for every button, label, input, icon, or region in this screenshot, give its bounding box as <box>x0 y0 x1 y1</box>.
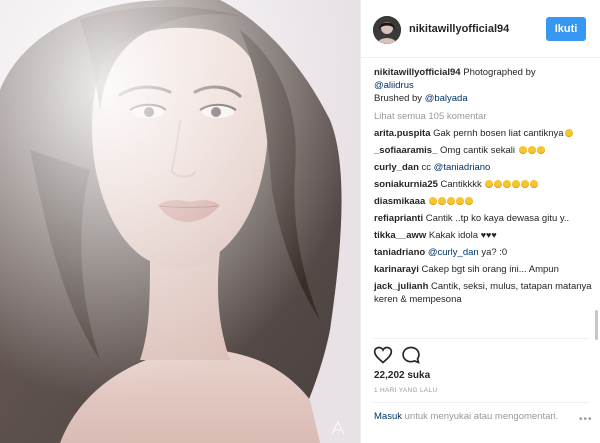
list-item: karinarayi Cakep bgt sih orang ini... Am… <box>374 263 596 276</box>
comment-login-prompt: Masuk untuk menyukai atau mengomentari. <box>374 411 589 423</box>
grinning-emoji-icon <box>455 197 464 205</box>
comment-mention[interactable]: @curly_dan <box>428 247 479 258</box>
avatar-image <box>373 16 401 44</box>
comment-text: ya? :0 <box>478 247 508 258</box>
post-timestamp[interactable]: 1 HARI YANG LALU <box>374 387 437 394</box>
portrait-image <box>0 0 360 443</box>
list-item: arita.puspita Gak pernh bosen liat canti… <box>374 127 596 140</box>
caption-mention[interactable]: @balyada <box>425 93 468 104</box>
comment-username[interactable]: karinarayi <box>374 264 419 275</box>
heart-eyes-emoji-icon <box>536 146 545 154</box>
grinning-emoji-icon <box>464 197 473 205</box>
caption-mention[interactable]: @aliidrus <box>374 80 414 91</box>
comment-text: Kakak idola <box>426 230 481 241</box>
heart-outline-icon[interactable] <box>373 345 393 365</box>
comment-text: cc <box>418 162 434 173</box>
caption: nikitawillyofficial94 Photographed by @a… <box>374 66 596 105</box>
list-item: jack_julianh Cantik, seksi, mulus, tatap… <box>374 280 596 306</box>
heart-eyes-emoji-icon <box>527 146 536 154</box>
list-item: refiaprianti Cantik ..tp ko kaya dewasa … <box>374 212 596 225</box>
post-photo[interactable] <box>0 0 360 443</box>
comment-text: Cantikkkk <box>437 179 485 190</box>
comment-text: Gak pernh bosen liat cantiknya <box>430 128 564 139</box>
scrollbar-thumb[interactable] <box>595 310 598 340</box>
list-item: _sofiaaramis_ Omg cantik sekali <box>374 144 596 157</box>
grinning-emoji-icon <box>446 197 455 205</box>
smiling-emoji-icon <box>503 180 512 188</box>
divider <box>373 338 589 339</box>
comment-username[interactable]: refiaprianti <box>374 213 423 224</box>
login-prompt-text: untuk menyukai atau mengomentari. <box>401 411 559 422</box>
black-heart-emoji-icon: ♥♥♥ <box>480 230 497 240</box>
smiling-emoji-icon <box>521 180 530 188</box>
more-options-icon[interactable]: ••• <box>579 414 593 425</box>
divider <box>373 402 589 403</box>
list-item: tikka__aww Kakak idola ♥♥♥ <box>374 229 596 242</box>
follow-button[interactable]: Ikuti <box>546 17 586 41</box>
comment-username[interactable]: tikka__aww <box>374 230 426 241</box>
comments-scrollbar[interactable] <box>595 60 598 340</box>
comment-text: Omg cantik sekali <box>437 145 518 156</box>
comment-username[interactable]: _sofiaaramis_ <box>374 145 437 156</box>
comment-username[interactable]: curly_dan <box>374 162 419 173</box>
comment-text: Cakep bgt sih orang ini... Ampun <box>418 264 559 275</box>
smiling-emoji-icon <box>564 129 573 137</box>
list-item: curly_dan cc @taniadriano <box>374 161 596 174</box>
post-header: nikitawillyofficial94 Ikuti <box>361 0 600 58</box>
caption-username[interactable]: nikitawillyofficial94 <box>374 67 461 78</box>
comment-text: Cantik ..tp ko kaya dewasa gitu y.. <box>423 213 570 224</box>
comment-username[interactable]: taniadriano <box>374 247 425 258</box>
comment-list: nikitawillyofficial94 Photographed by @a… <box>374 66 596 306</box>
comment-username[interactable]: arita.puspita <box>374 128 431 139</box>
post-details-panel: nikitawillyofficial94 Ikuti nikitawillyo… <box>360 0 600 443</box>
smiling-emoji-icon <box>512 180 521 188</box>
comment-username[interactable]: jack_julianh <box>374 281 428 292</box>
speech-bubble-icon[interactable] <box>401 345 421 365</box>
list-item: soniakurnia25 Cantikkkk <box>374 178 596 191</box>
smiling-emoji-icon <box>485 180 494 188</box>
grinning-emoji-icon <box>428 197 437 205</box>
avatar[interactable] <box>373 16 401 44</box>
comment-mention[interactable]: @taniadriano <box>434 162 491 173</box>
comment-text <box>425 196 428 207</box>
comment-username[interactable]: soniakurnia25 <box>374 179 438 190</box>
list-item: diasmikaaa <box>374 195 596 208</box>
view-all-comments-link[interactable]: Lihat semua 105 komentar <box>374 110 596 123</box>
list-item: taniadriano @curly_dan ya? :0 <box>374 246 596 259</box>
photographer-logo-icon <box>331 421 345 435</box>
grinning-emoji-icon <box>437 197 446 205</box>
heart-eyes-emoji-icon <box>518 146 527 154</box>
caption-text: Photographed by <box>460 67 536 78</box>
instagram-post: nikitawillyofficial94 Ikuti nikitawillyo… <box>0 0 600 443</box>
smiling-emoji-icon <box>530 180 539 188</box>
smiling-emoji-icon <box>494 180 503 188</box>
like-count[interactable]: 22,202 suka <box>374 370 430 381</box>
header-username[interactable]: nikitawillyofficial94 <box>409 23 509 35</box>
caption-text: Brushed by <box>374 93 425 104</box>
login-link[interactable]: Masuk <box>374 411 402 422</box>
comment-username[interactable]: diasmikaaa <box>374 196 425 207</box>
